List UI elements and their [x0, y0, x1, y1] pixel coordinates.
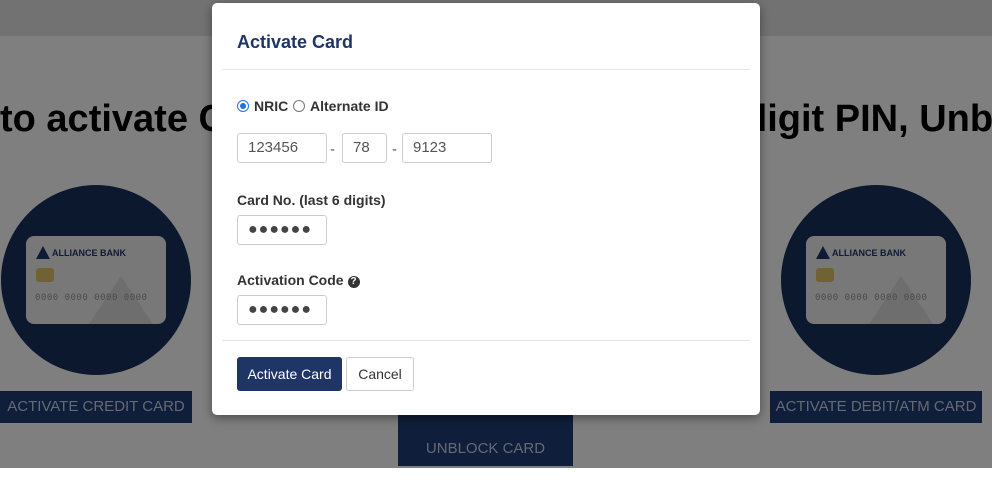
footer-divider [222, 340, 750, 341]
activate-card-dialog: Activate Card NRIC Alternate ID 123456 -… [212, 3, 760, 415]
nric-part3-input[interactable]: 9123 [402, 133, 492, 163]
nric-radio[interactable] [237, 100, 249, 112]
question-circle-icon[interactable]: ? [347, 276, 360, 288]
card-no-input[interactable]: ●●●●●● [237, 215, 327, 245]
nric-part2-input[interactable]: 78 [342, 133, 387, 163]
header-divider [222, 69, 750, 70]
activation-code-input[interactable]: ●●●●●● [237, 295, 327, 325]
nric-part1-input[interactable]: 123456 [237, 133, 327, 163]
card-no-label: Card No. (last 6 digits) [237, 192, 386, 208]
activation-code-label-row: Activation Code? [237, 272, 360, 288]
nric-separator: - [392, 141, 397, 158]
alternate-id-radio[interactable] [293, 100, 305, 112]
activation-code-label: Activation Code [237, 272, 344, 288]
cancel-button[interactable]: Cancel [346, 357, 414, 391]
alternate-id-radio-label[interactable]: Alternate ID [310, 98, 389, 114]
activate-card-button[interactable]: Activate Card [237, 357, 342, 391]
nric-separator: - [330, 141, 335, 158]
dialog-title: Activate Card [237, 32, 354, 52]
nric-radio-label[interactable]: NRIC [254, 98, 288, 114]
